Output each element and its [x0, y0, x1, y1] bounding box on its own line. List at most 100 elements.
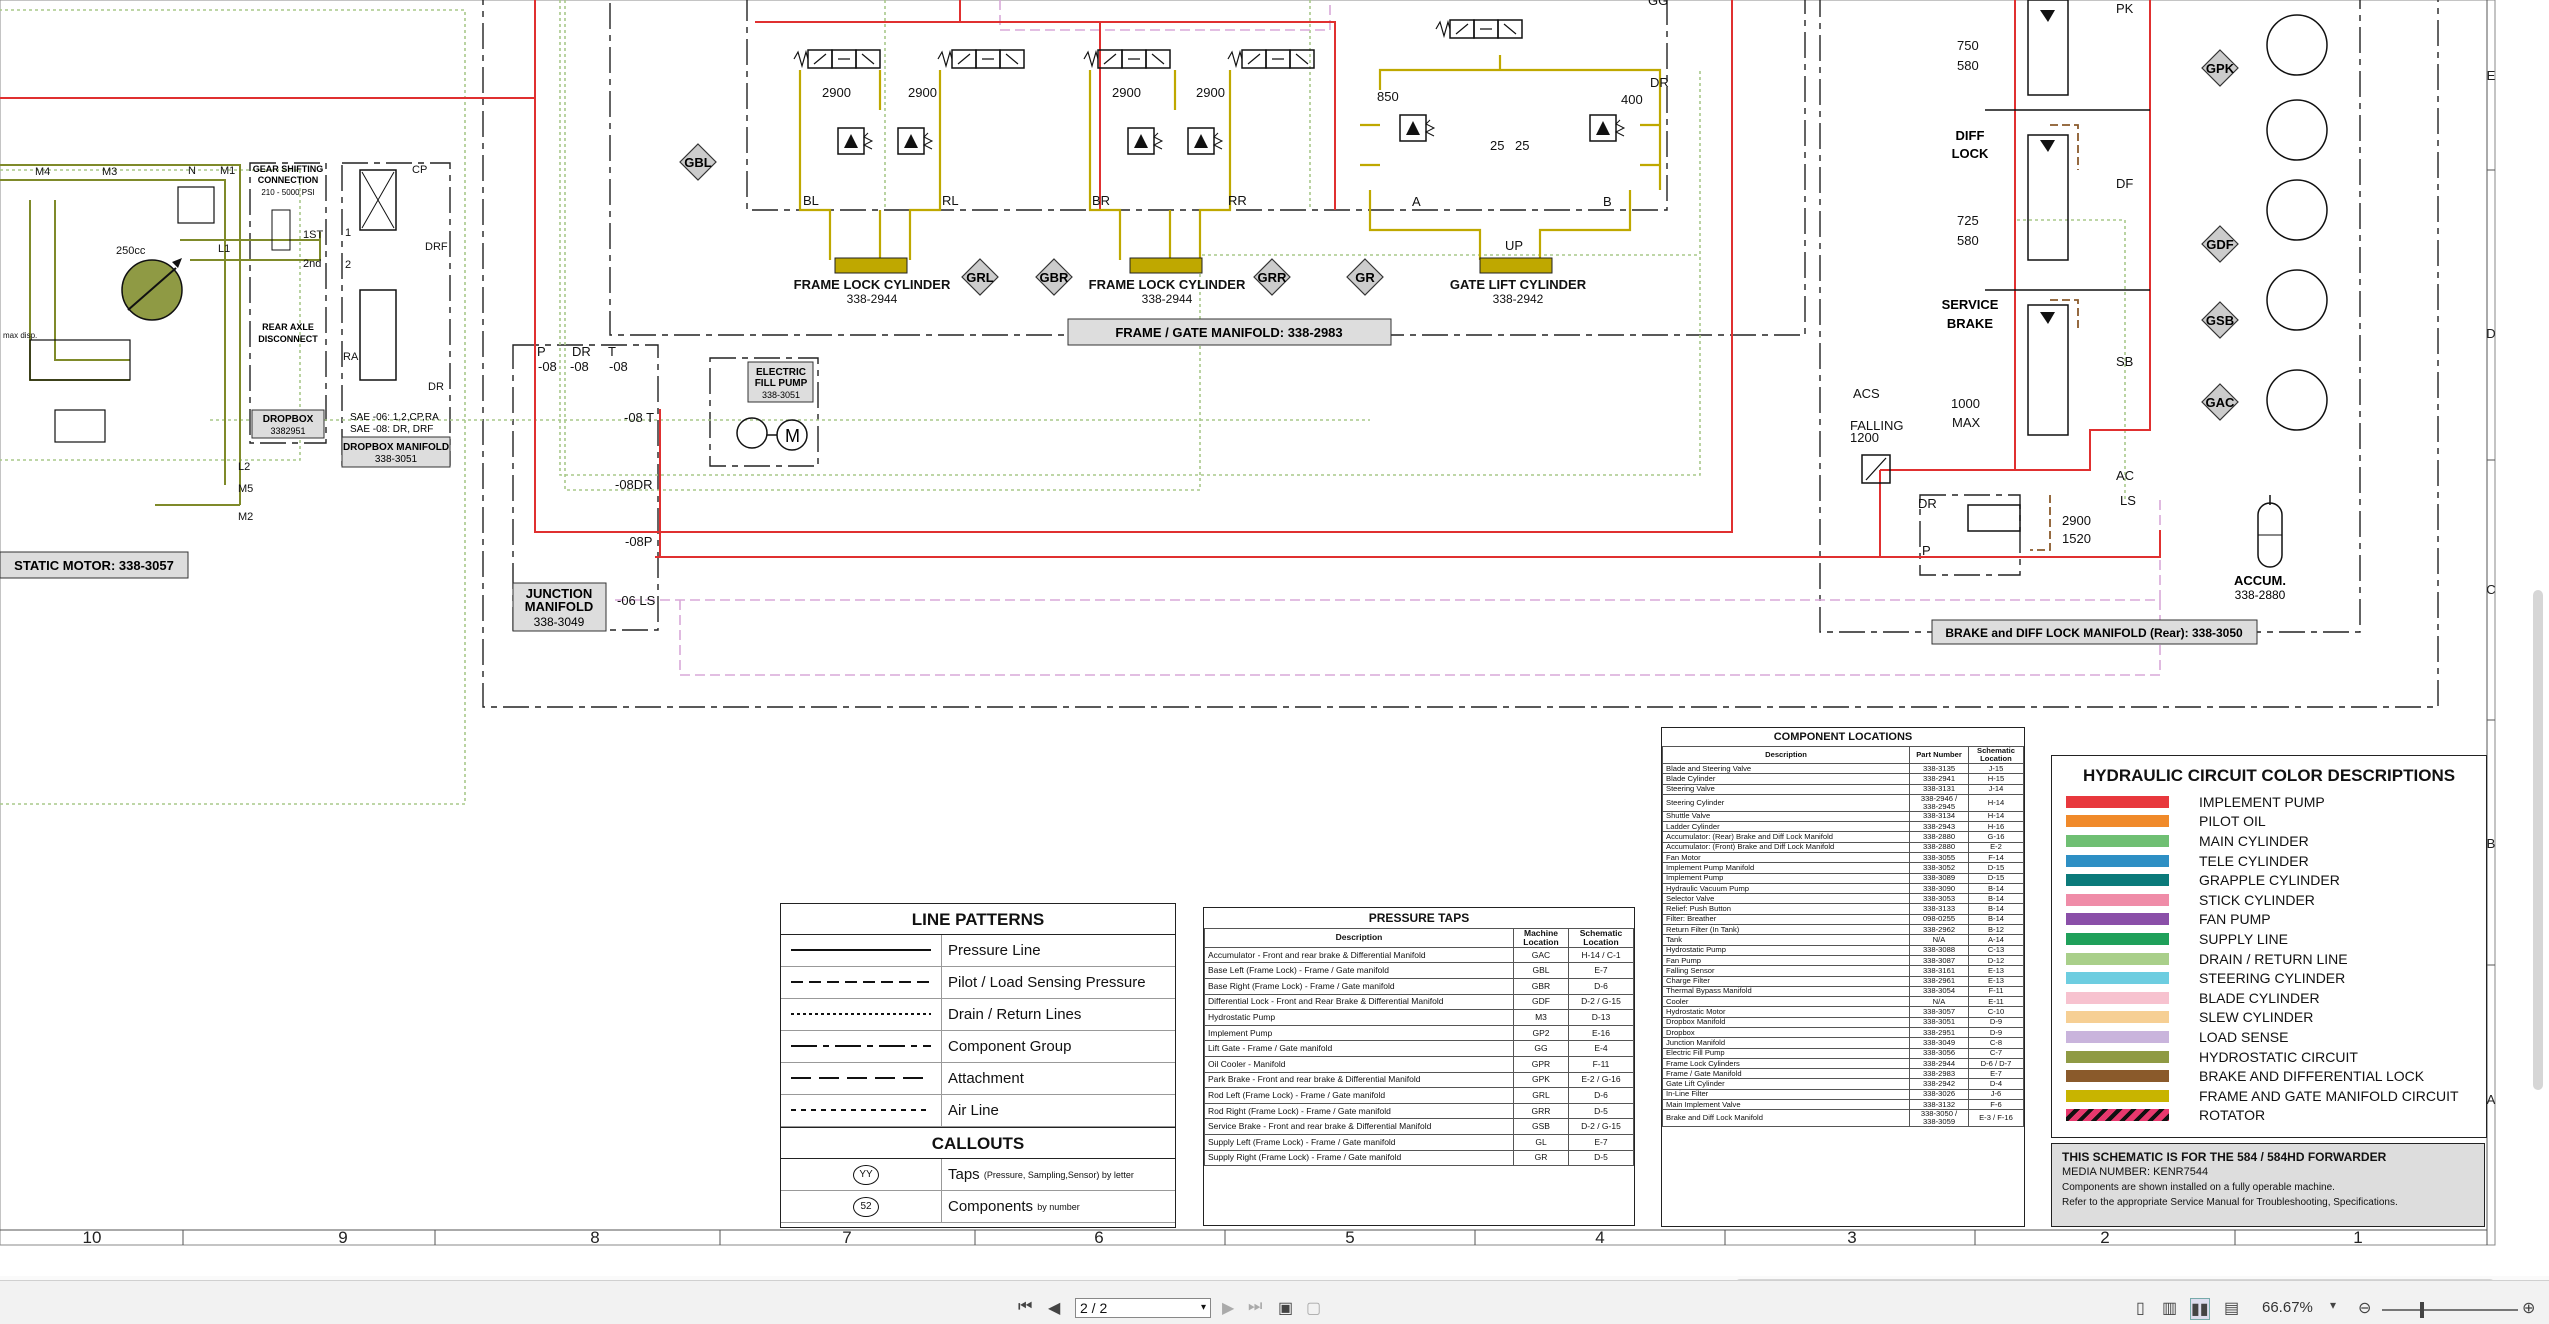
book-view-icon[interactable]: ▤ [2224, 1298, 2239, 1318]
cl-schematic-location: H-15 [1968, 773, 2024, 785]
color-legend-row: IMPLEMENT PUMP [2052, 792, 2486, 812]
cl-description: Tank [1662, 934, 1910, 946]
color-legend-row: STICK CYLINDER [2052, 890, 2486, 910]
vertical-scroll-thumb[interactable] [2533, 590, 2543, 1090]
table-row: Accumulator: (Front) Brake and Diff Lock… [1662, 841, 2024, 853]
lbl-up: UP [1505, 238, 1523, 253]
single-page-view-icon[interactable]: ▯ [2136, 1298, 2145, 1318]
cl-schematic-location: H-14 [1968, 810, 2024, 823]
table-row: Selector Valve 338-3053 B-14 [1662, 893, 2024, 905]
cl-schematic-location: E-13 [1968, 975, 2024, 987]
cl-schematic-location: B-12 [1968, 924, 2024, 936]
cl-part-number: 338-3051 [1909, 1016, 1969, 1029]
pt-schematic-location: E-7 [1568, 1133, 1634, 1151]
cl-part-number: 338-2880 [1909, 841, 1969, 853]
two-page-view-icon[interactable]: ▮▮ [2190, 1298, 2210, 1320]
cl-description: Cooler [1662, 996, 1910, 1008]
table-row: Dropbox Manifold 338-3051 D-9 [1662, 1016, 2024, 1029]
zoom-slider[interactable] [2382, 1309, 2518, 1311]
zoom-slider-handle[interactable] [2420, 1302, 2424, 1318]
line-pattern-label: Pilot / Load Sensing Pressure [941, 967, 1175, 998]
rear-axle-label-2: DISCONNECT [258, 334, 318, 344]
pt-schematic-location: D-5 [1568, 1102, 1634, 1120]
lbl-25b: 25 [1515, 138, 1529, 153]
static-motor-label: STATIC MOTOR: 338-3057 [14, 558, 174, 573]
cl-description: Return Filter (In Tank) [1662, 924, 1910, 936]
cl-part-number: 338-3026 [1909, 1088, 1969, 1101]
cl-schematic-location: D-9 [1968, 1026, 2024, 1039]
line-pattern-label: Component Group [941, 1031, 1175, 1062]
line-pattern-swatch [781, 1006, 941, 1023]
grid-col-10: 10 [83, 1228, 102, 1247]
zoom-level[interactable]: 66.67% [2262, 1299, 2313, 1316]
pt-description: Park Brake - Front and rear brake & Diff… [1204, 1071, 1514, 1089]
table-row: Service Brake - Front and rear brake & D… [1204, 1118, 1634, 1135]
lbl-2900d: 2900 [1196, 85, 1225, 100]
cl-description: Electric Fill Pump [1662, 1047, 1910, 1059]
frame-lock-cylinder-right-part: 338-2944 [1142, 292, 1193, 306]
cl-description: Shuttle Valve [1662, 810, 1910, 823]
color-swatch [2066, 913, 2169, 926]
copy-page-icon[interactable]: ▢ [1306, 1298, 1321, 1318]
prev-page-icon[interactable]: ◀ [1048, 1298, 1060, 1318]
cl-description: Hydraulic Vacuum Pump [1662, 882, 1910, 895]
first-page-icon[interactable]: ⏮ [1018, 1298, 1032, 1316]
color-swatch [2066, 1011, 2169, 1024]
cl-schematic-location: B-14 [1968, 893, 2024, 905]
grid-row-c: C [2486, 582, 2495, 597]
cl-schematic-location: E-11 [1968, 996, 2024, 1008]
color-legend-row: ROTATOR [2052, 1106, 2486, 1126]
pt-machine-location: GG [1513, 1040, 1569, 1057]
cl-schematic-location: F-14 [1968, 851, 2024, 864]
cl-part-number: 338-3050 / 338-3059 [1909, 1109, 1969, 1128]
page-number-input[interactable]: 2 / 2 ▾ [1075, 1298, 1211, 1318]
lbl-jt: T [608, 344, 616, 359]
lbl-dr: DR [1650, 75, 1669, 90]
color-legend-row: HYDROSTATIC CIRCUIT [2052, 1047, 2486, 1067]
color-legend-row: LOAD SENSE [2052, 1027, 2486, 1047]
pt-schematic-location: E-4 [1568, 1040, 1634, 1057]
lbl-p08: -08P [625, 534, 652, 549]
lbl-jp: P [537, 344, 546, 359]
cl-description: Blade and Steering Valve [1662, 762, 1910, 775]
last-page-icon[interactable]: ⏭ [1248, 1298, 1262, 1316]
cl-schematic-location: D-15 [1968, 862, 2024, 874]
zoom-dropdown-icon[interactable]: ▾ [2330, 1298, 2336, 1312]
color-label: SLEW CYLINDER [2199, 1009, 2314, 1026]
cl-description: Junction Manifold [1662, 1037, 1910, 1049]
service-brake-label-2: BRAKE [1947, 316, 1994, 331]
next-page-icon[interactable]: ▶ [1222, 1298, 1234, 1318]
table-row: Implement Pump 338-3089 D-15 [1662, 872, 2024, 884]
lbl-m4: M4 [35, 166, 50, 178]
cl-schematic-location: D-4 [1968, 1078, 2024, 1090]
zoom-in-icon[interactable]: ⊕ [2522, 1298, 2535, 1318]
table-row: Ladder Cylinder 338-2943 H-16 [1662, 821, 2024, 833]
cl-schematic-location: J-14 [1968, 783, 2024, 795]
lbl-acs: ACS [1853, 386, 1880, 401]
dropbox-sae-2: SAE -08: DR, DRF [350, 424, 433, 435]
dropbox-part: 3382951 [270, 426, 305, 436]
cl-part-number: 338-2946 / 338-2945 [1909, 793, 1969, 812]
color-label: STEERING CYLINDER [2199, 970, 2346, 987]
table-row: In-Line Filter 338-3026 J-6 [1662, 1088, 2024, 1101]
pt-schematic-location: E-7 [1568, 962, 1634, 980]
cl-description: Gate Lift Cylinder [1662, 1078, 1910, 1090]
cl-schematic-location: D-9 [1968, 1016, 2024, 1029]
line-pattern-label: Drain / Return Lines [941, 999, 1175, 1030]
fit-page-icon[interactable]: ▣ [1278, 1298, 1293, 1318]
color-swatch [2066, 854, 2169, 867]
zoom-out-icon[interactable]: ⊖ [2358, 1298, 2371, 1318]
color-label: GRAPPLE CYLINDER [2199, 872, 2340, 889]
line-pattern-label: Air Line [941, 1095, 1175, 1126]
pt-machine-location: GRR [1513, 1102, 1569, 1120]
pt-header-schematic: Schematic Location [1568, 928, 1634, 948]
pt-schematic-location: D-6 [1568, 1087, 1634, 1104]
tap-gbl: GBL [684, 155, 712, 170]
table-row: Base Left (Frame Lock) - Frame / Gate ma… [1204, 962, 1634, 980]
page-dropdown-icon[interactable]: ▾ [1201, 1299, 1206, 1317]
hydraulic-color-legend: HYDRAULIC CIRCUIT COLOR DESCRIPTIONS IMP… [2051, 755, 2487, 1138]
continuous-view-icon[interactable]: ▥ [2162, 1298, 2177, 1318]
color-label: HYDROSTATIC CIRCUIT [2199, 1048, 2358, 1065]
pt-machine-location: GDF [1513, 993, 1569, 1011]
pt-machine-location: M3 [1513, 1009, 1569, 1026]
